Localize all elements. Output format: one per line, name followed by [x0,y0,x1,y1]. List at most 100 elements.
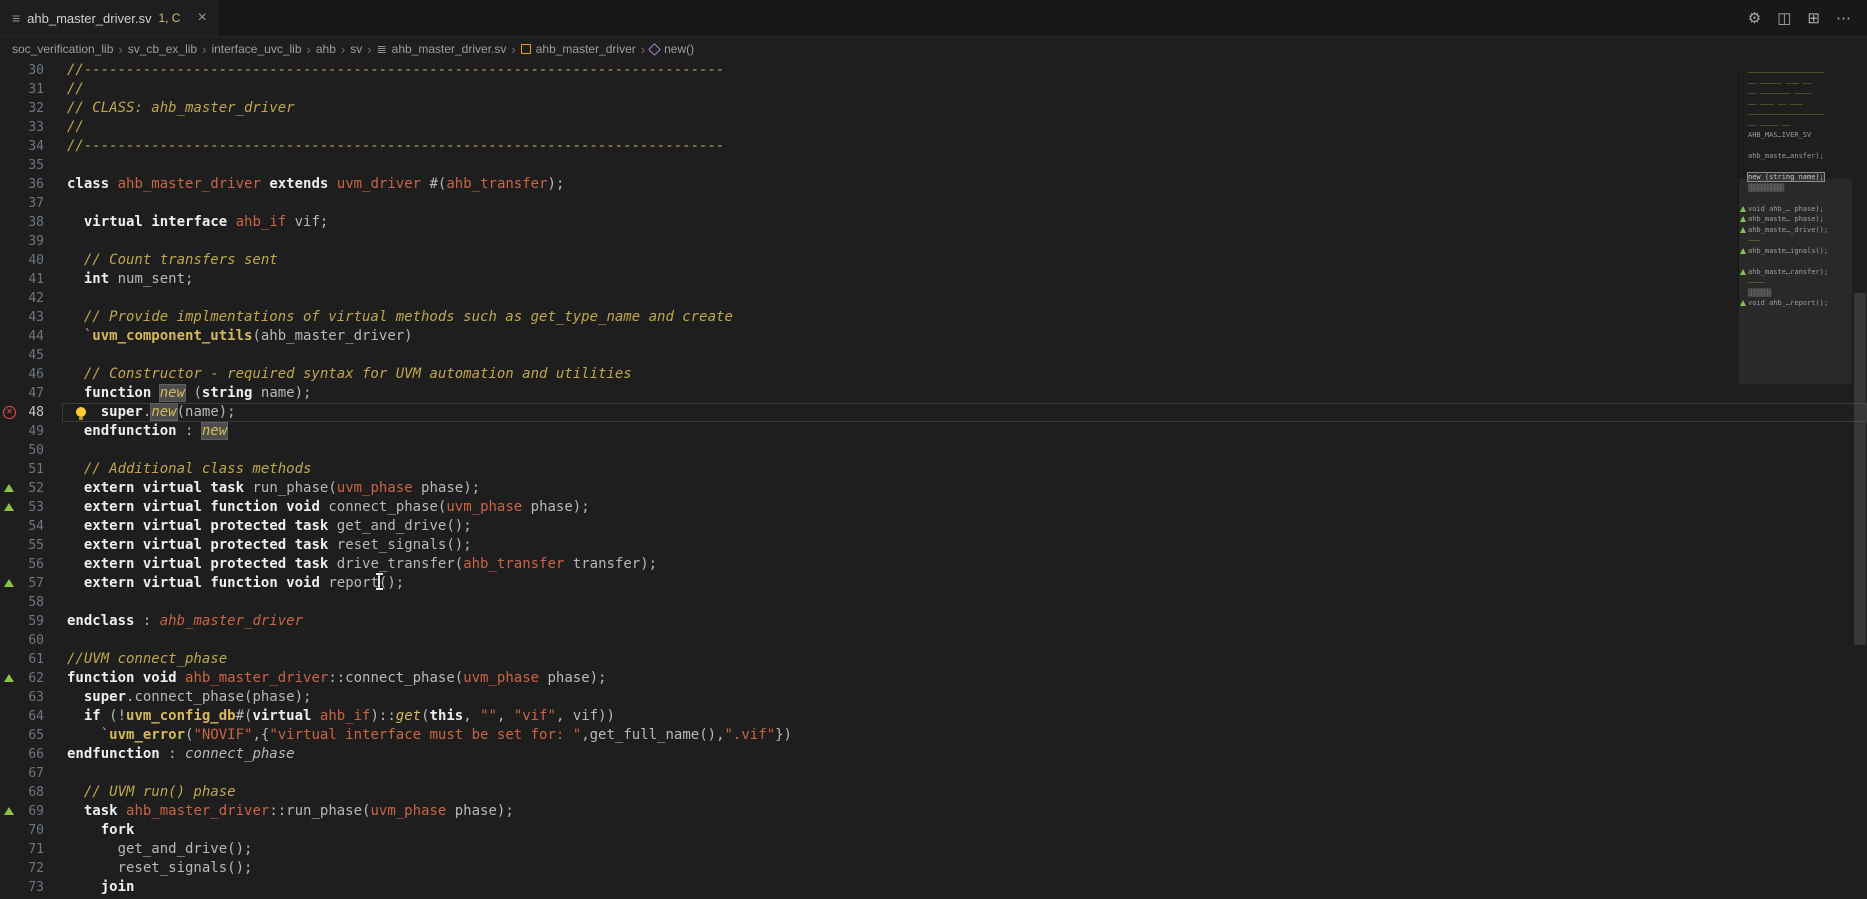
code-line-55[interactable]: 55 extern virtual protected task reset_s… [0,536,1867,555]
code-line-61[interactable]: 61//UVM connect_phase [0,650,1867,669]
code-text: endclass : ahb_master_driver [67,612,303,631]
code-line-66[interactable]: 66endfunction : connect_phase [0,745,1867,764]
vertical-scrollbar[interactable] [1853,61,1867,899]
code-line-54[interactable]: 54 extern virtual protected task get_and… [0,517,1867,536]
breadcrumb-label: sv_cb_ex_lib [128,42,197,56]
code-text: // Additional class methods [67,460,311,479]
line-number: 65 [0,726,44,745]
line-number: 43 [0,308,44,327]
code-line-57[interactable]: 57 extern virtual function void report()… [0,574,1867,593]
code-text: fork [67,821,134,840]
code-line-30[interactable]: 30//------------------------------------… [0,61,1867,80]
code-line-40[interactable]: 40 // Count transfers sent [0,251,1867,270]
breadcrumb-item-ahb-master-driver-sv[interactable]: ≣ahb_master_driver.sv [377,42,507,56]
line-number: 32 [0,99,44,118]
scrollbar-thumb[interactable] [1854,293,1866,645]
line-number: 62 [0,669,44,688]
code-line-31[interactable]: 31// [0,80,1867,99]
code-line-70[interactable]: 70 fork [0,821,1867,840]
code-line-72[interactable]: 72 reset_signals(); [0,859,1867,878]
breadcrumb-item-sv-cb-ex-lib[interactable]: sv_cb_ex_lib [128,42,197,56]
code-line-71[interactable]: 71 get_and_drive(); [0,840,1867,859]
line-number: 59 [0,612,44,631]
breadcrumb-item-soc-verification-lib[interactable]: soc_verification_lib [12,42,113,56]
minimap-line: ahb_maste…ransfer); [1739,267,1852,278]
breadcrumb-item-ahb[interactable]: ahb [316,42,336,56]
code-line-67[interactable]: 67 [0,764,1867,783]
code-line-34[interactable]: 34//------------------------------------… [0,137,1867,156]
code-text: join [67,878,134,897]
code-text: // Count transfers sent [67,251,278,270]
code-text: function void ahb_master_driver::connect… [67,669,606,688]
minimap[interactable]: ———————————————————— ————— ——— ———— ————… [1738,67,1852,309]
minimap-line: —————————————————— [1739,109,1852,120]
code-line-48[interactable]: ✕48 super.new(name); [0,403,1867,422]
code-line-38[interactable]: 38 virtual interface ahb_if vif; [0,213,1867,232]
code-line-51[interactable]: 51 // Additional class methods [0,460,1867,479]
minimap-line: —————————————————— [1739,67,1852,78]
line-number: 66 [0,745,44,764]
breadcrumb-item-sv[interactable]: sv [350,42,362,56]
minimap-line [1739,162,1852,173]
minimap-line: —— ————— ——— —— [1739,78,1852,89]
code-line-44[interactable]: 44 `uvm_component_utils(ahb_master_drive… [0,327,1867,346]
code-line-37[interactable]: 37 [0,194,1867,213]
code-line-46[interactable]: 46 // Constructor - required syntax for … [0,365,1867,384]
breadcrumb: soc_verification_lib›sv_cb_ex_lib›interf… [0,37,1867,61]
line-number: 63 [0,688,44,707]
customize-layout-icon[interactable]: ⊞ [1807,9,1820,27]
minimap-line: ▒▒▒▒▒▒▒ [1739,288,1852,299]
tab-ahb-master-driver[interactable]: ≡ ahb_master_driver.sv 1, C × [0,0,218,36]
code-line-69[interactable]: 69 task ahb_master_driver::run_phase(uvm… [0,802,1867,821]
code-line-33[interactable]: 33// [0,118,1867,137]
code-line-65[interactable]: 65 `uvm_error("NOVIF",{"virtual interfac… [0,726,1867,745]
code-text: function new (string name); [67,384,311,403]
code-line-47[interactable]: 47 function new (string name); [0,384,1867,403]
code-line-60[interactable]: 60 [0,631,1867,650]
code-line-39[interactable]: 39 [0,232,1867,251]
code-line-63[interactable]: 63 super.connect_phase(phase); [0,688,1867,707]
code-line-43[interactable]: 43 // Provide implmentations of virtual … [0,308,1867,327]
minimap-line [1739,141,1852,152]
code-line-45[interactable]: 45 [0,346,1867,365]
editor-actions: ⚙ ◫ ⊞ ⋯ [1748,0,1867,36]
code-line-68[interactable]: 68 // UVM run() phase [0,783,1867,802]
split-editor-icon[interactable]: ◫ [1777,9,1791,27]
code-editor[interactable]: 30//------------------------------------… [0,61,1867,899]
code-line-56[interactable]: 56 extern virtual protected task drive_t… [0,555,1867,574]
code-line-42[interactable]: 42 [0,289,1867,308]
code-line-32[interactable]: 32// CLASS: ahb_master_driver [0,99,1867,118]
breadcrumb-item-interface-uvc-lib[interactable]: interface_uvc_lib [211,42,301,56]
breadcrumb-item-ahb-master-driver[interactable]: ahb_master_driver [521,42,636,56]
manage-gear-icon[interactable]: ⚙ [1748,9,1761,27]
code-line-73[interactable]: 73 join [0,878,1867,897]
code-line-50[interactable]: 50 [0,441,1867,460]
code-line-64[interactable]: 64 if (!uvm_config_db#(virtual ahb_if)::… [0,707,1867,726]
breadcrumb-separator-icon: › [367,42,371,57]
line-number: 55 [0,536,44,555]
code-text: class ahb_master_driver extends uvm_driv… [67,175,564,194]
line-number: 72 [0,859,44,878]
code-text: //--------------------------------------… [67,137,724,156]
line-number: 40 [0,251,44,270]
line-number: 41 [0,270,44,289]
line-number: 48 [0,403,44,422]
close-tab-icon[interactable]: × [197,10,206,26]
line-number: 73 [0,878,44,897]
breadcrumb-item-new[interactable]: new() [650,42,694,56]
vscode-window: ≡ ahb_master_driver.sv 1, C × ⚙ ◫ ⊞ ⋯ so… [0,0,1867,899]
line-number: 38 [0,213,44,232]
minimap-line: void ahb_… phase); [1739,204,1852,215]
code-line-36[interactable]: 36 class ahb_master_driver extends uvm_dr… [0,175,1867,194]
code-line-52[interactable]: 52 extern virtual task run_phase(uvm_pha… [0,479,1867,498]
code-line-49[interactable]: 49 endfunction : new [0,422,1867,441]
line-number: 36 [0,175,44,194]
code-line-59[interactable]: 59 endclass : ahb_master_driver [0,612,1867,631]
code-line-35[interactable]: 35 [0,156,1867,175]
more-actions-icon[interactable]: ⋯ [1836,9,1851,27]
code-line-62[interactable]: 62 function void ahb_master_driver::conne… [0,669,1867,688]
line-number: 69 [0,802,44,821]
code-line-41[interactable]: 41 int num_sent; [0,270,1867,289]
code-line-58[interactable]: 58 [0,593,1867,612]
code-line-53[interactable]: 53 extern virtual function void connect_… [0,498,1867,517]
